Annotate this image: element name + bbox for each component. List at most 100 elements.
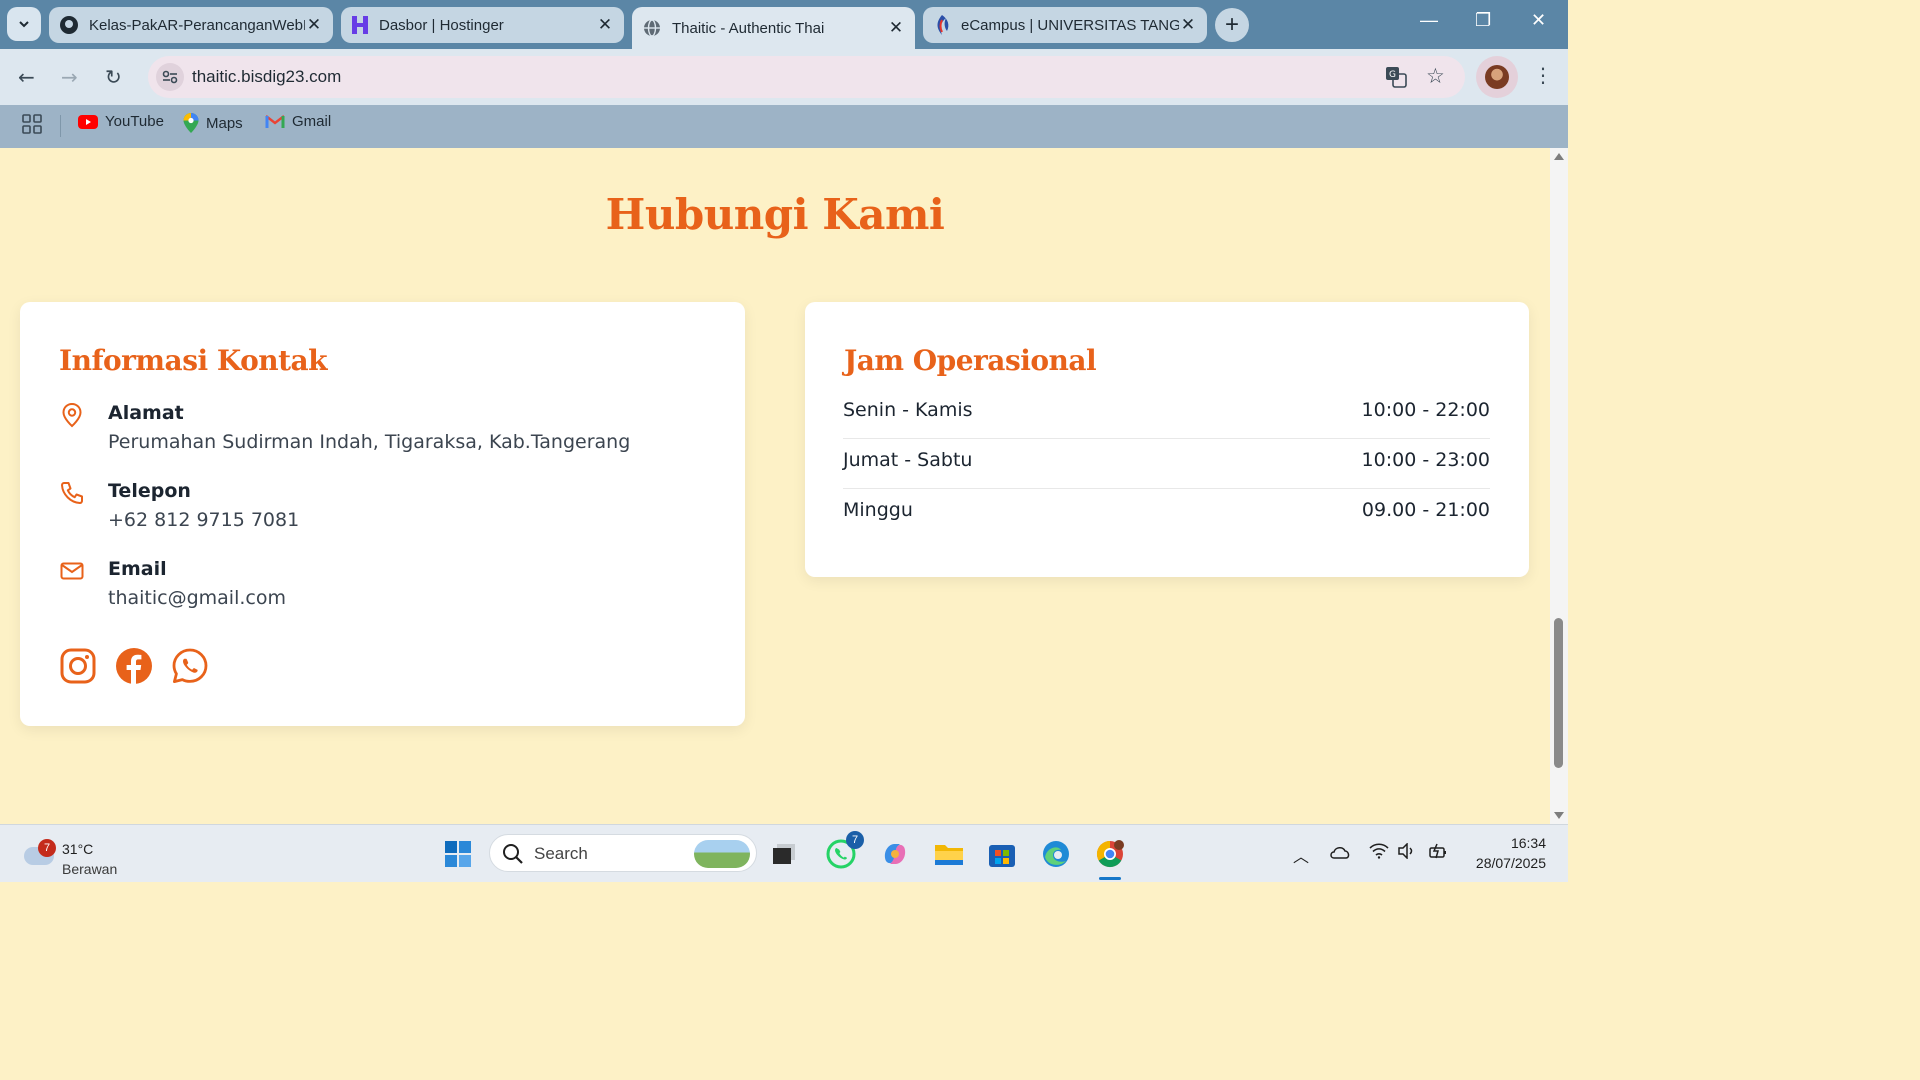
copilot-icon [884, 844, 906, 864]
clock-time: 16:34 [1510, 835, 1546, 851]
edge-app[interactable] [1039, 837, 1073, 871]
volume-icon[interactable] [1397, 843, 1417, 859]
tab-strip: Kelas-PakAR-PerancanganWebP ✕ Dasbor | H… [0, 0, 1568, 49]
hours-day: Senin - Kamis [843, 399, 973, 421]
windows-taskbar: 7 31°C Berawan Search 7 ︿ 16:34 28/07/20… [0, 824, 1568, 882]
close-tab-icon[interactable]: ✕ [305, 15, 323, 35]
email-label: Email [108, 558, 167, 580]
close-tab-icon[interactable]: ✕ [1179, 15, 1197, 35]
apps-grid-icon[interactable] [22, 114, 42, 134]
active-app-indicator [1099, 877, 1121, 880]
scroll-up-arrow-icon[interactable] [1554, 153, 1564, 160]
tab-ecampus[interactable]: eCampus | UNIVERSITAS TANGE ✕ [923, 7, 1207, 43]
contact-section: Hubungi Kami Informasi Kontak Alamat Per… [0, 148, 1550, 824]
profile-avatar[interactable] [1476, 56, 1518, 98]
opening-hours-card: Jam Operasional Senin - Kamis 10:00 - 22… [805, 302, 1529, 577]
task-view-button[interactable] [767, 837, 801, 871]
tab-thaitic[interactable]: Thaitic - Authentic Thai ✕ [632, 7, 915, 49]
microsoft-store-app[interactable] [985, 837, 1019, 871]
tab-github[interactable]: Kelas-PakAR-PerancanganWebP ✕ [49, 7, 333, 43]
page-title: Hubungi Kami [605, 190, 945, 239]
chrome-app[interactable] [1093, 837, 1127, 871]
hours-row: Senin - Kamis 10:00 - 22:00 [843, 389, 1490, 439]
whatsapp-app[interactable]: 7 [824, 831, 864, 871]
hours-day: Jumat - Sabtu [843, 449, 973, 471]
site-info-icon[interactable] [156, 63, 184, 91]
address-value: Perumahan Sudirman Indah, Tigaraksa, Kab… [108, 431, 631, 453]
divider [60, 115, 61, 137]
battery-charging-icon[interactable] [1428, 842, 1450, 860]
notification-badge: 7 [846, 831, 864, 849]
file-explorer-app[interactable] [932, 837, 966, 871]
search-placeholder: Search [534, 844, 588, 863]
bookmarks-bar: YouTube Maps Gmail [0, 105, 1568, 148]
avatar [1485, 65, 1509, 89]
wifi-icon[interactable] [1369, 843, 1389, 859]
tab-hostinger[interactable]: Dasbor | Hostinger ✕ [341, 7, 624, 43]
weather-widget[interactable]: 7 31°C Berawan [22, 833, 132, 877]
hours-time: 10:00 - 22:00 [1361, 399, 1490, 421]
onedrive-cloud-icon[interactable] [1329, 845, 1351, 859]
github-icon [60, 16, 78, 34]
translate-icon[interactable]: G [1385, 66, 1407, 88]
globe-icon [644, 19, 660, 37]
search-highlight-image [694, 840, 750, 868]
hours-heading: Jam Operasional [844, 344, 1097, 377]
back-arrow-icon[interactable]: ← [18, 65, 35, 89]
close-tab-icon[interactable]: ✕ [596, 15, 614, 35]
close-tab-icon[interactable]: ✕ [887, 18, 905, 38]
tab-title: Dasbor | Hostinger [379, 16, 504, 34]
notification-badge: 7 [38, 839, 56, 857]
social-links [59, 647, 209, 685]
bookmark-gmail[interactable]: Gmail [265, 113, 331, 130]
instagram-icon [60, 648, 96, 684]
bookmark-youtube[interactable]: YouTube [78, 113, 164, 130]
instagram-link[interactable] [59, 647, 97, 685]
start-button[interactable] [441, 837, 475, 871]
tab-search-button[interactable] [7, 7, 41, 41]
page-scrollbar[interactable] [1550, 148, 1568, 824]
gmail-icon [265, 115, 285, 128]
phone-icon [61, 482, 83, 504]
minimize-button[interactable]: — [1420, 10, 1438, 31]
reload-icon[interactable]: ↻ [105, 65, 122, 89]
tab-title: Thaitic - Authentic Thai [672, 19, 825, 37]
address-bar[interactable]: thaitic.bisdig23.com G ☆ [148, 56, 1465, 98]
close-window-button[interactable]: ✕ [1531, 10, 1546, 31]
phone-label: Telepon [108, 480, 191, 502]
ecampus-icon [937, 15, 949, 35]
copilot-app[interactable] [878, 837, 912, 871]
hours-time: 10:00 - 23:00 [1361, 449, 1490, 471]
restore-button[interactable]: ❐ [1475, 10, 1491, 31]
more-menu-icon[interactable]: ⋮ [1533, 63, 1553, 87]
location-pin-icon [62, 402, 82, 428]
contact-info-card: Informasi Kontak Alamat Perumahan Sudirm… [20, 302, 745, 726]
bookmark-label: Gmail [292, 113, 332, 130]
hostinger-icon [352, 16, 368, 34]
bookmark-maps[interactable]: Maps [183, 113, 243, 133]
store-icon [989, 845, 1015, 867]
email-value[interactable]: thaitic@gmail.com [108, 587, 286, 609]
url-text[interactable]: thaitic.bisdig23.com [192, 67, 341, 87]
whatsapp-link[interactable] [171, 647, 209, 685]
system-clock[interactable]: 16:34 28/07/2025 [1466, 833, 1546, 873]
hours-row: Jumat - Sabtu 10:00 - 23:00 [843, 439, 1490, 489]
address-label: Alamat [108, 402, 184, 424]
scrollbar-thumb[interactable] [1554, 618, 1563, 768]
contact-heading: Informasi Kontak [59, 344, 328, 377]
bookmark-star-icon[interactable]: ☆ [1426, 64, 1445, 88]
scroll-down-arrow-icon[interactable] [1554, 812, 1564, 819]
phone-value[interactable]: +62 812 9715 7081 [108, 509, 299, 531]
new-tab-button[interactable]: + [1215, 8, 1249, 42]
facebook-link[interactable] [115, 647, 153, 685]
tab-title: eCampus | UNIVERSITAS TANGE [961, 16, 1179, 34]
facebook-icon [116, 648, 152, 684]
windows-logo-icon [445, 841, 471, 867]
forward-arrow-icon[interactable]: → [61, 65, 78, 89]
search-icon [503, 844, 523, 864]
whatsapp-icon [172, 648, 208, 683]
plus-icon: + [1224, 11, 1239, 38]
show-hidden-icons-chevron-icon[interactable]: ︿ [1293, 843, 1309, 867]
maps-icon [183, 113, 199, 133]
taskbar-search[interactable]: Search [489, 834, 757, 872]
